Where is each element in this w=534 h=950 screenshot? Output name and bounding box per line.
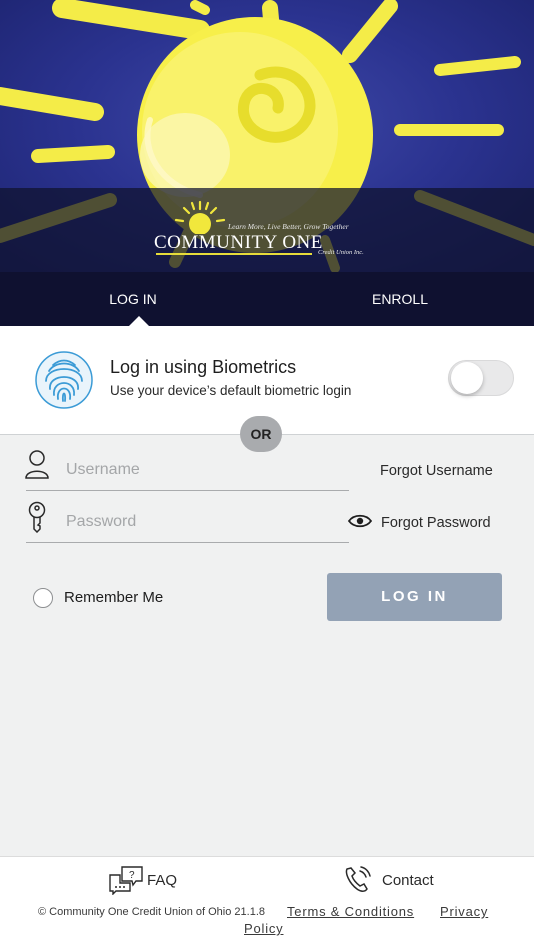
privacy-link-line2[interactable]: Policy bbox=[244, 921, 283, 936]
password-field bbox=[26, 501, 349, 543]
password-input[interactable] bbox=[66, 509, 336, 535]
svg-text:?: ? bbox=[129, 870, 135, 881]
forgot-username-link[interactable]: Forgot Username bbox=[380, 463, 493, 479]
show-password-eye-icon[interactable] bbox=[348, 513, 372, 529]
logo-subtitle: Credit Union Inc. bbox=[318, 249, 364, 256]
log-in-button[interactable]: LOG IN bbox=[327, 573, 502, 621]
copyright-text: © Community One Credit Union of Ohio 21.… bbox=[38, 906, 265, 918]
toggle-knob bbox=[451, 362, 483, 394]
username-input[interactable] bbox=[66, 457, 336, 483]
logo-wordmark: COMMUNITY ONE bbox=[154, 232, 323, 253]
remember-me-label: Remember Me bbox=[64, 589, 164, 606]
tab-enroll[interactable]: ENROLL bbox=[350, 272, 450, 326]
contact-link[interactable]: Contact bbox=[382, 872, 434, 889]
tab-bar: LOG IN ENROLL bbox=[0, 272, 534, 326]
or-divider-badge: OR bbox=[240, 416, 282, 452]
logo-underline bbox=[156, 253, 312, 255]
biometrics-title: Log in using Biometrics bbox=[110, 357, 297, 377]
username-field bbox=[26, 449, 349, 491]
community-one-logo: Learn More, Live Better, Grow Together C… bbox=[150, 198, 390, 264]
privacy-link-line1[interactable]: Privacy bbox=[440, 904, 488, 919]
logo-sun-icon bbox=[174, 200, 226, 234]
logo-tagline: Learn More, Live Better, Grow Together bbox=[228, 222, 349, 231]
fingerprint-icon bbox=[35, 351, 93, 409]
faq-chat-icon[interactable]: ? bbox=[108, 865, 144, 895]
footer: ? FAQ Contact © Community One Credit Uni… bbox=[0, 856, 534, 950]
biometrics-toggle[interactable] bbox=[448, 360, 514, 396]
biometrics-subtitle: Use your device’s default biometric logi… bbox=[110, 383, 352, 398]
terms-link[interactable]: Terms & Conditions bbox=[287, 904, 414, 919]
phone-icon[interactable] bbox=[343, 865, 373, 893]
faq-link[interactable]: FAQ bbox=[147, 872, 177, 889]
forgot-password-link[interactable]: Forgot Password bbox=[381, 515, 491, 531]
remember-me-checkbox[interactable] bbox=[33, 588, 53, 608]
hero-banner: Learn More, Live Better, Grow Together C… bbox=[0, 0, 534, 272]
